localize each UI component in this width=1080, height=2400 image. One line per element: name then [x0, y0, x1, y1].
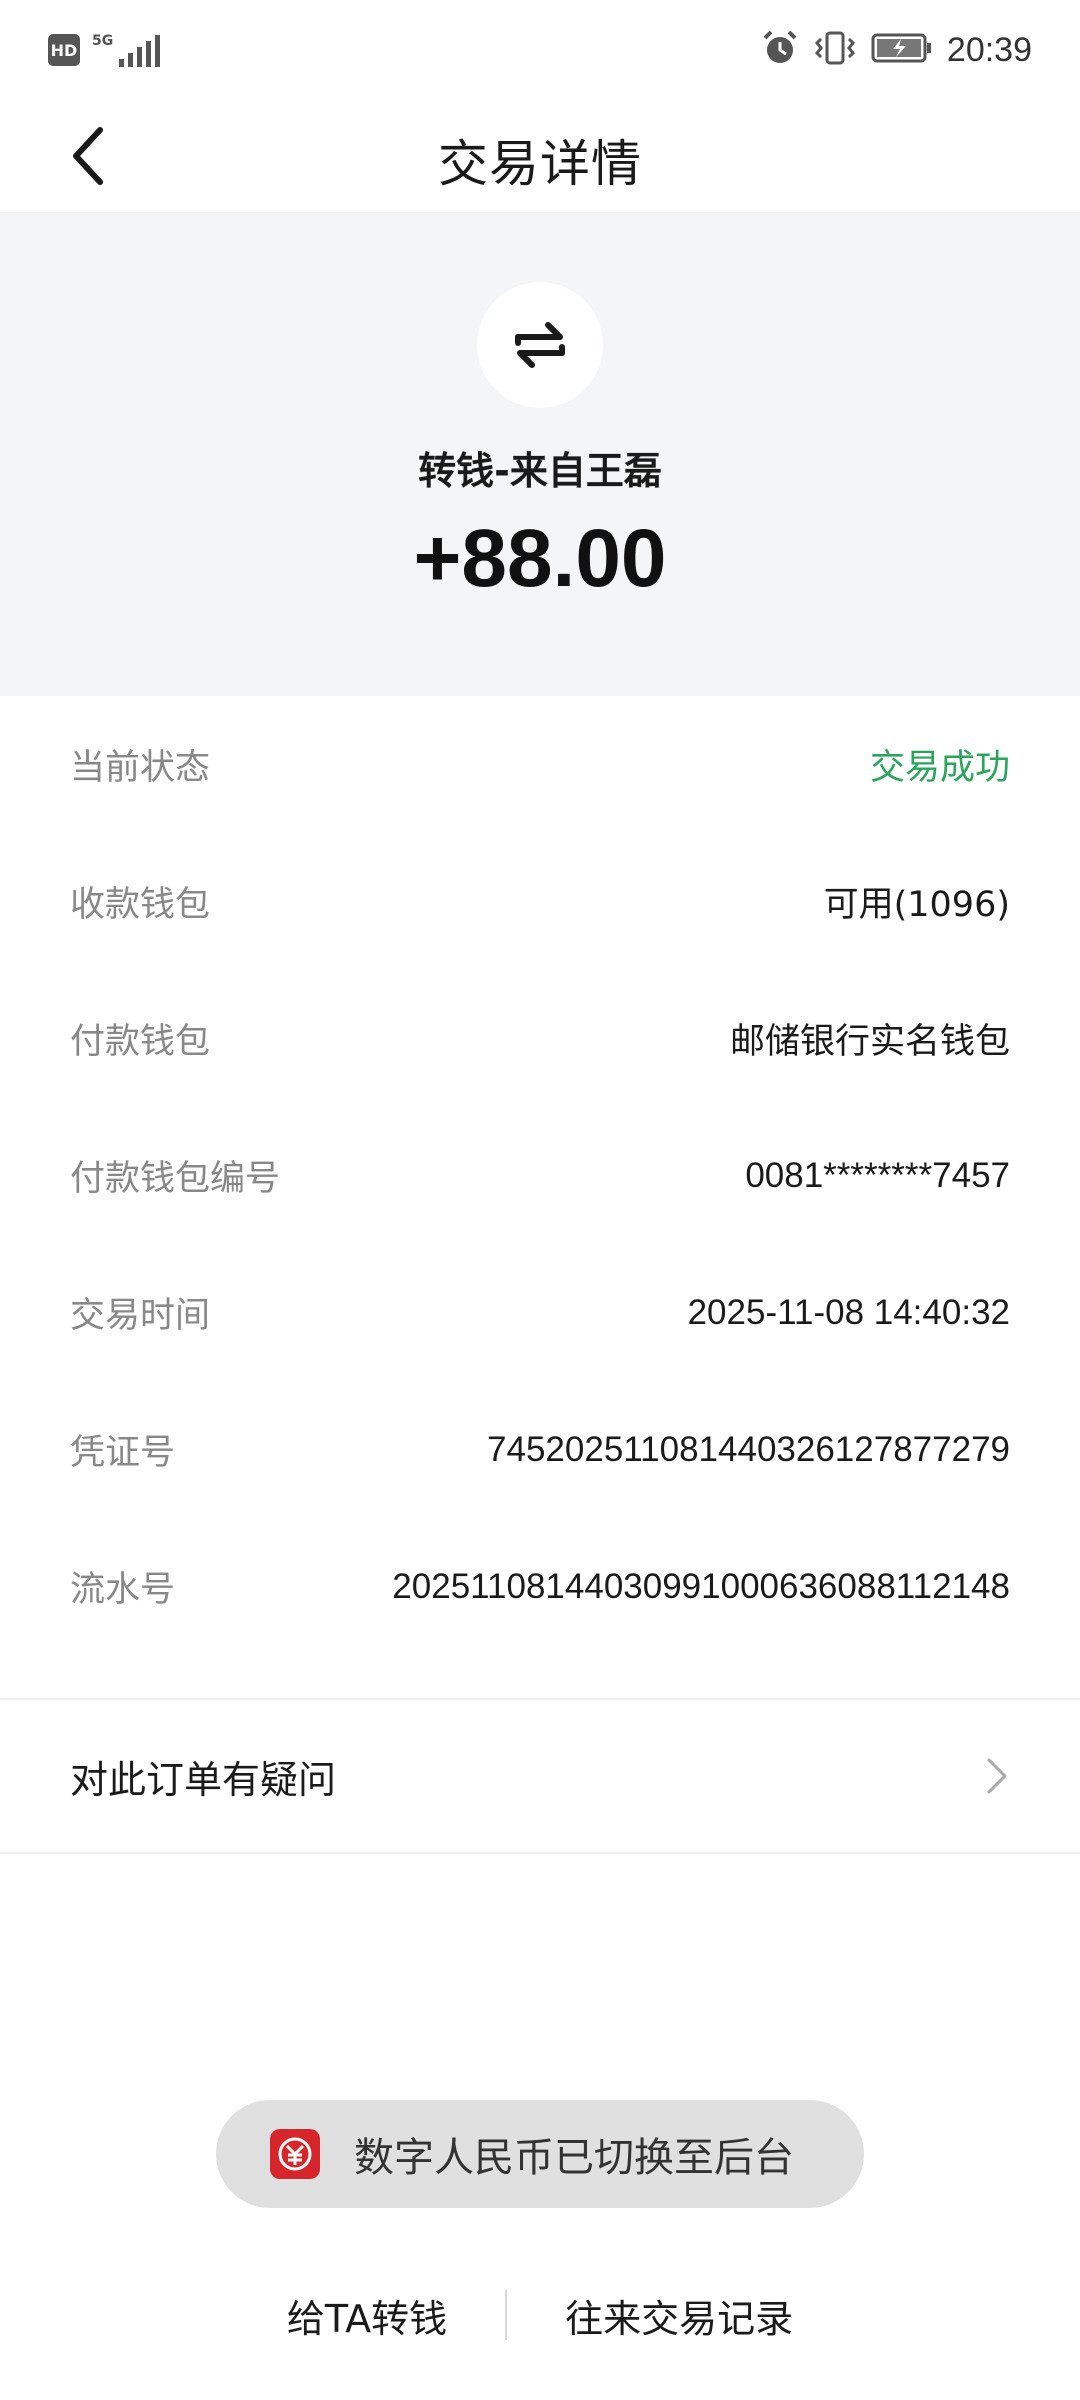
detail-label: 收款钱包 [70, 885, 211, 925]
detail-label: 当前状态 [70, 748, 211, 788]
battery-icon [871, 31, 933, 69]
transaction-history-button[interactable]: 往来交易记录 [507, 2288, 851, 2343]
order-inquiry-label: 对此订单有疑问 [70, 1757, 337, 1802]
vibrate-icon [813, 29, 857, 71]
chevron-right-icon [987, 1758, 1007, 1794]
paying-wallet-value: 邮储银行实名钱包 [729, 1022, 1010, 1062]
status-bar: HD 5G 20:39 [0, 0, 1080, 100]
transfer-to-them-button[interactable]: 给TA转钱 [229, 2288, 505, 2343]
transfer-icon-circle [477, 282, 603, 408]
network-label: 5G [92, 33, 114, 49]
detail-label: 交易时间 [70, 1296, 211, 1336]
detail-label: 凭证号 [70, 1433, 176, 1473]
signal-icon: 5G [92, 33, 163, 67]
serial-number-value: 20251108144030991000636088112148 [392, 1566, 1010, 1606]
detail-row-transaction-time: 交易时间 2025-11-08 14:40:32 [0, 1244, 1080, 1381]
detail-label: 流水号 [70, 1570, 176, 1610]
receiving-wallet-value: 可用(1096) [823, 885, 1010, 925]
alarm-icon [761, 29, 799, 71]
status-bar-left: HD 5G [48, 30, 163, 70]
paying-wallet-number-value: 0081********7457 [745, 1155, 1010, 1195]
transaction-header: 转钱-来自王磊 +88.00 [0, 212, 1080, 696]
transaction-time-value: 2025-11-08 14:40:32 [687, 1292, 1010, 1332]
transaction-amount: +88.00 [413, 513, 667, 604]
detail-row-voucher-number: 凭证号 745202511081440326127877279 [0, 1381, 1080, 1518]
detail-row-receiving-wallet: 收款钱包 可用(1096) [0, 833, 1080, 970]
toast-text: 数字人民币已切换至后台 [354, 2135, 794, 2181]
page-title: 交易详情 [438, 135, 642, 193]
detail-list: 当前状态 交易成功 收款钱包 可用(1096) 付款钱包 邮储银行实名钱包 付款… [0, 696, 1080, 1655]
bottom-actions: 给TA转钱 往来交易记录 [0, 2270, 1080, 2360]
detail-label: 付款钱包 [70, 1022, 211, 1062]
hd-badge: HD [48, 34, 80, 66]
status-bar-right: 20:39 [761, 28, 1032, 72]
divider [0, 1852, 1080, 1854]
detail-row-serial-number: 流水号 20251108144030991000636088112148 [0, 1518, 1080, 1655]
order-inquiry-row[interactable]: 对此订单有疑问 [0, 1700, 1080, 1852]
nav-bar: 交易详情 [0, 100, 1080, 212]
detail-row-paying-wallet-number: 付款钱包编号 0081********7457 [0, 1107, 1080, 1244]
status-value: 交易成功 [869, 748, 1010, 788]
clock-time: 20:39 [946, 30, 1032, 69]
transaction-title: 转钱-来自王磊 [418, 449, 662, 493]
detail-row-status: 当前状态 交易成功 [0, 696, 1080, 833]
detail-row-paying-wallet: 付款钱包 邮储银行实名钱包 [0, 970, 1080, 1107]
e-cny-logo-icon [270, 2129, 320, 2179]
voucher-number-value: 745202511081440326127877279 [487, 1429, 1010, 1469]
background-toast: 数字人民币已切换至后台 [216, 2100, 864, 2208]
transfer-arrows-icon [515, 322, 565, 368]
detail-label: 付款钱包编号 [70, 1159, 281, 1199]
